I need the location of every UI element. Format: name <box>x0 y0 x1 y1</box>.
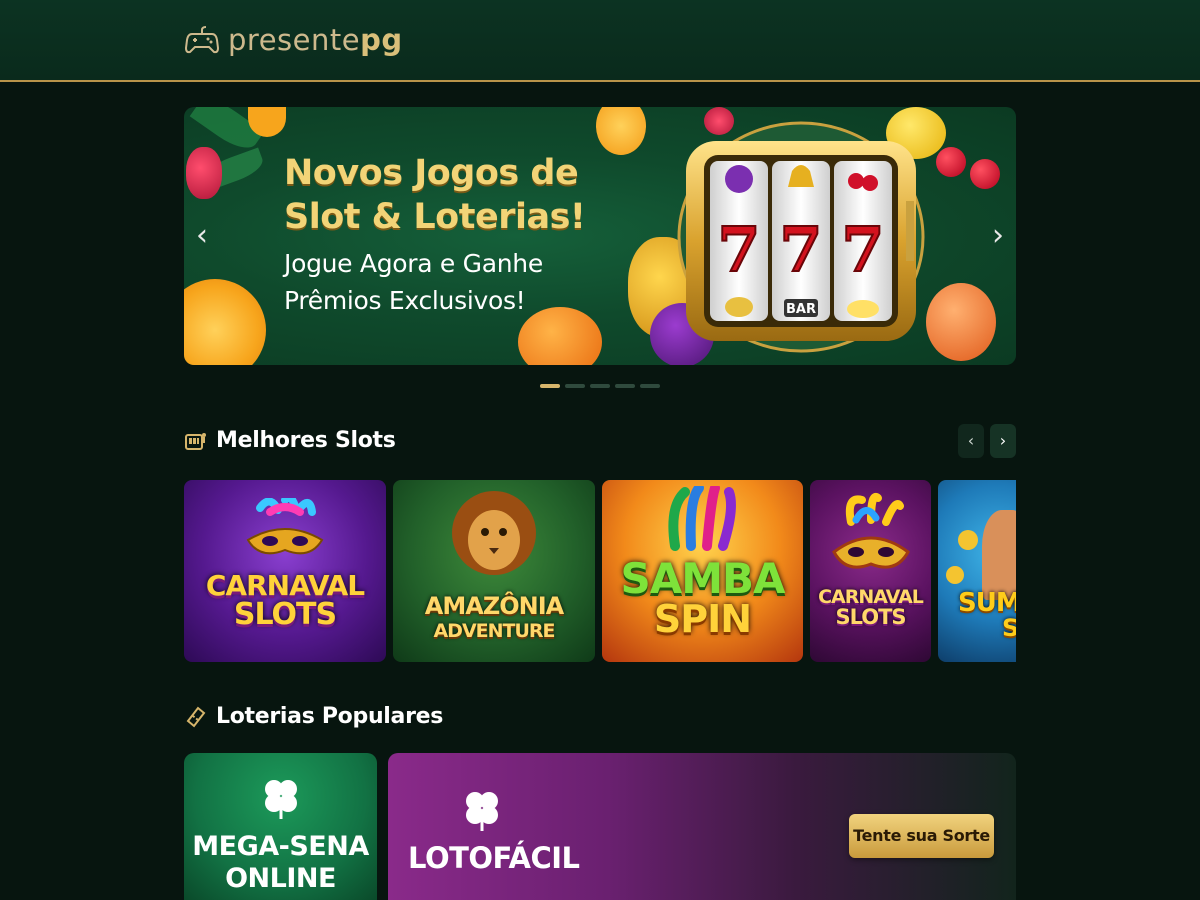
banner-subtitle-line2: Prêmios Exclusivos! <box>284 286 526 315</box>
try-your-luck-button[interactable]: Tente sua Sorte <box>849 814 994 858</box>
raspberry-decoration <box>186 147 222 199</box>
svg-text:7: 7 <box>717 213 760 286</box>
coin-decoration <box>946 566 964 584</box>
cherry-decoration <box>936 147 966 177</box>
carousel-dot[interactable] <box>615 384 635 388</box>
banner-subtitle-line1: Jogue Agora e Ganhe <box>284 249 543 278</box>
gamepad-icon <box>184 26 220 54</box>
lion-art <box>449 488 539 588</box>
svg-text:BAR: BAR <box>786 302 816 317</box>
site-header: presentepg <box>0 0 1200 82</box>
peach-decoration <box>926 283 996 361</box>
orange-slice-decoration <box>596 107 646 155</box>
carousel-dots <box>540 384 660 388</box>
lottery-name: MEGA-SENA ONLINE <box>192 831 369 894</box>
carnival-mask-art <box>240 493 330 568</box>
carousel-dot[interactable] <box>640 384 660 388</box>
banner-title-line1: Novos Jogos de <box>284 153 579 193</box>
game-card[interactable]: CARNAVAL SLOTS <box>184 480 386 662</box>
lotteries-section-title: Loterias Populares <box>216 704 444 729</box>
game-title: CARNAVAL SLOTS <box>818 586 924 629</box>
slots-section-title: Melhores Slots <box>216 428 396 453</box>
site-logo[interactable]: presentepg <box>184 16 403 64</box>
lotteries-section-header: Loterias Populares <box>184 704 443 729</box>
game-card[interactable]: CARNAVAL SLOTS <box>810 480 931 662</box>
slot-machine-illustration: 7 7 7 BAR <box>677 121 925 353</box>
banner-next-arrow[interactable]: › <box>986 219 1010 253</box>
game-title: SUMM SP <box>958 588 1016 642</box>
slots-carousel: CARNAVAL SLOTS AMAZÔNIA ADVENTURE SAMBA … <box>184 480 1016 662</box>
game-card[interactable]: SAMBA SPIN <box>602 480 803 662</box>
carnival-mask-art <box>826 492 916 582</box>
slots-prev-button[interactable]: ‹ <box>958 424 984 458</box>
hero-banner[interactable]: Novos Jogos de Slot & Loterias! Jogue Ag… <box>184 107 1016 365</box>
slots-next-button[interactable]: › <box>990 424 1016 458</box>
carousel-dot[interactable] <box>540 384 560 388</box>
game-card[interactable]: AMAZÔNIA ADVENTURE <box>393 480 595 662</box>
clover-icon <box>466 792 498 831</box>
orange-slice-decoration <box>184 279 266 365</box>
carousel-dot[interactable] <box>590 384 610 388</box>
lottery-ticket-icon <box>186 706 206 727</box>
slot-machine-icon <box>185 432 206 450</box>
lottery-name: LOTOFÁCIL <box>408 841 580 875</box>
banner-text-block: Novos Jogos de Slot & Loterias! Jogue Ag… <box>284 151 586 319</box>
clover-icon <box>265 780 297 819</box>
banner-title-line2: Slot & Loterias! <box>284 197 586 237</box>
game-title: CARNAVAL SLOTS <box>205 569 365 632</box>
game-title: SAMBA SPIN <box>620 554 785 641</box>
carousel-dot[interactable] <box>565 384 585 388</box>
logo-text: presentepg <box>228 23 403 57</box>
game-card[interactable]: SUMM SP <box>938 480 1016 662</box>
lottery-card-mega-sena[interactable]: MEGA-SENA ONLINE <box>184 753 377 900</box>
game-title: AMAZÔNIA ADVENTURE <box>424 592 564 642</box>
character-art <box>982 510 1016 600</box>
svg-text:7: 7 <box>779 213 822 286</box>
cherry-decoration <box>970 159 1000 189</box>
svg-text:7: 7 <box>841 213 884 286</box>
banner-prev-arrow[interactable]: ‹ <box>190 219 214 253</box>
coin-decoration <box>958 530 978 550</box>
slots-section-header: Melhores Slots <box>184 428 396 453</box>
feather-headdress-art <box>655 483 751 556</box>
